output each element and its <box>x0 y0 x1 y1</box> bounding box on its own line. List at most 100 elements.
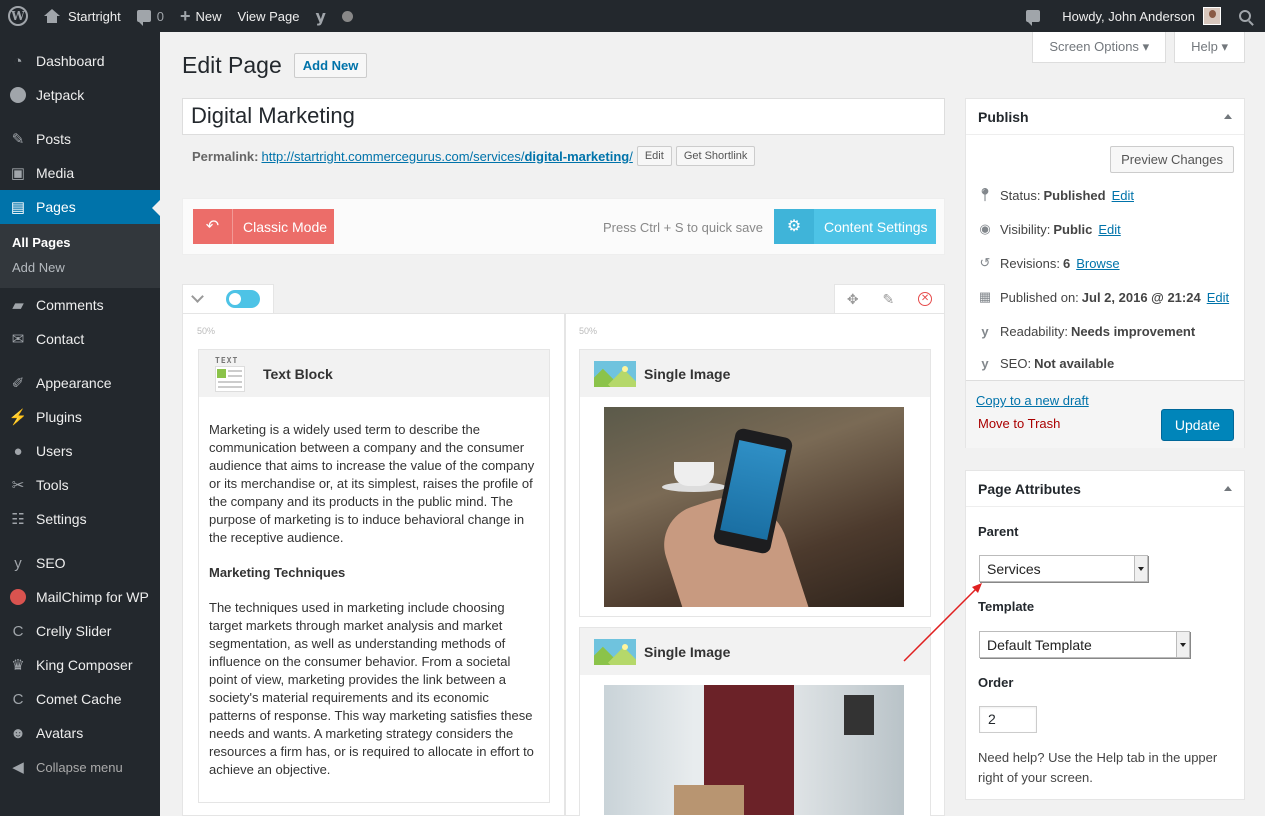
site-name: Startright <box>68 8 121 24</box>
delete-row-icon[interactable]: ✕ <box>918 292 933 306</box>
sidebar-item-contact[interactable]: ✉ Contact <box>0 322 160 356</box>
status-dot-menu[interactable] <box>334 0 361 32</box>
sidebar-item-comet-cache[interactable]: C Comet Cache <box>0 682 160 716</box>
visibility-row: ◉ Visibility: Public Edit <box>976 220 1120 238</box>
revisions-row: ↺ Revisions: 6 Browse <box>976 254 1120 272</box>
sidebar-item-appearance[interactable]: ✐ Appearance <box>0 366 160 400</box>
sidebar-item-label: MailChimp for WP <box>36 589 149 605</box>
notification-menu[interactable] <box>1018 0 1054 32</box>
permalink-label: Permalink: <box>192 148 259 164</box>
help-text: Need help? Use the Help tab in the upper… <box>978 750 1218 785</box>
help-button[interactable]: Help ▾ <box>1174 32 1245 63</box>
post-title-input[interactable]: Digital Marketing <box>182 98 945 135</box>
revisions-label: Revisions: <box>1000 255 1060 271</box>
yoast-readability-icon: y <box>981 323 989 339</box>
sidebar-item-label: Avatars <box>36 725 84 741</box>
edit-slug-button[interactable]: Edit <box>636 146 672 166</box>
edit-date-link[interactable]: Edit <box>1207 290 1229 305</box>
screen-options-button[interactable]: Screen Options ▾ <box>1032 32 1167 63</box>
edit-icon[interactable]: ✎ <box>883 291 895 308</box>
sidebar-item-posts[interactable]: ✎ Posts <box>0 122 160 156</box>
single-image-header[interactable]: Single Image <box>580 350 930 397</box>
text-block-element[interactable]: TEXT Text Block Marketing is a widely us… <box>198 349 550 803</box>
publish-box-header[interactable]: Publish <box>966 99 1244 135</box>
sidebar-item-settings[interactable]: ☷ Settings <box>0 502 160 536</box>
wrench-icon: ✂ <box>11 477 25 494</box>
permalink-url: http://startright.commercegurus.com/serv… <box>261 148 525 164</box>
classic-mode-button[interactable]: ↶ Classic Mode <box>193 209 334 244</box>
comments-menu[interactable]: 0 <box>129 0 172 32</box>
sidebar-item-media[interactable]: ▣ Media <box>0 156 160 190</box>
sidebar-item-plugins[interactable]: ⚡ Plugins <box>0 400 160 434</box>
sidebar-item-comments[interactable]: ▰ Comments <box>0 288 160 322</box>
search-icon[interactable] <box>1239 10 1251 22</box>
browse-revisions-link[interactable]: Browse <box>1076 256 1119 271</box>
wp-logo-menu[interactable]: W <box>0 0 36 32</box>
add-new-button[interactable]: Add New <box>293 53 368 78</box>
template-select[interactable]: Default Template <box>979 631 1190 658</box>
single-image-element[interactable]: Single Image <box>579 627 931 816</box>
edit-visibility-link[interactable]: Edit <box>1098 222 1120 237</box>
single-image-element[interactable]: Single Image <box>579 349 931 617</box>
move-to-trash-link[interactable]: Move to Trash <box>978 416 1060 431</box>
published-on-value: Jul 2, 2016 @ 21:24 <box>1081 289 1201 305</box>
sidebar-item-label: Users <box>36 443 73 459</box>
submenu-all-pages[interactable]: All Pages <box>0 230 160 255</box>
sidebar-item-seo[interactable]: y SEO <box>0 546 160 580</box>
sidebar-item-label: Contact <box>36 331 85 347</box>
sidebar-item-pages[interactable]: ▤ Pages <box>0 190 160 224</box>
row-controls-right: ✥ ✎ ✕ <box>834 284 945 314</box>
text-block-header[interactable]: TEXT Text Block <box>199 350 549 397</box>
collapse-row-icon[interactable] <box>191 290 204 303</box>
edit-status-link[interactable]: Edit <box>1112 188 1134 203</box>
readability-label: Readability: <box>1000 323 1068 339</box>
sidebar-item-users[interactable]: ● Users <box>0 434 160 468</box>
sidebar-item-tools[interactable]: ✂ Tools <box>0 468 160 502</box>
yoast-icon: y <box>14 554 22 572</box>
pages-icon: ▤ <box>10 199 26 216</box>
get-shortlink-button[interactable]: Get Shortlink <box>675 146 756 166</box>
permalink-link[interactable]: http://startright.commercegurus.com/serv… <box>261 149 632 164</box>
visibility-value: Public <box>1053 221 1093 237</box>
column-width-label: 50% <box>197 326 216 336</box>
order-input[interactable]: 2 <box>979 706 1037 733</box>
collapse-arrow-icon[interactable] <box>1224 486 1232 491</box>
copy-to-draft-link[interactable]: Copy to a new draft <box>976 393 1089 408</box>
avatar <box>1203 7 1221 25</box>
text-icon-label: TEXT <box>215 355 239 365</box>
seo-row: y SEO: Not available <box>976 354 1117 372</box>
new-content-menu[interactable]: + New <box>172 0 230 32</box>
parent-select[interactable]: Services <box>979 555 1148 582</box>
submenu-add-new[interactable]: Add New <box>0 255 160 280</box>
content-settings-button[interactable]: ⚙ Content Settings <box>774 209 936 244</box>
media-icon: ▣ <box>10 165 26 182</box>
sidebar-item-mailchimp[interactable]: MailChimp for WP <box>0 580 160 614</box>
my-account-menu[interactable]: Howdy, John Anderson <box>1054 0 1229 32</box>
page-header: Edit Page Add New <box>182 52 368 79</box>
content-settings-label: Content Settings <box>824 218 928 235</box>
chevron-down-icon <box>1176 632 1189 657</box>
pages-submenu: All Pages Add New <box>0 224 160 288</box>
view-page-link[interactable]: View Page <box>230 0 308 32</box>
publish-actions: Copy to a new draft Move to Trash Update <box>966 380 1244 448</box>
collapse-menu-button[interactable]: ◀ Collapse menu <box>0 750 160 784</box>
yoast-menu[interactable]: y <box>307 0 333 32</box>
row-visibility-toggle[interactable] <box>226 290 260 308</box>
screen-options-label: Screen Options <box>1049 39 1139 54</box>
site-name-menu[interactable]: Startright <box>36 0 129 32</box>
sidebar-item-dashboard[interactable]: ◔ Dashboard <box>0 44 160 78</box>
sidebar-item-jetpack[interactable]: Jetpack <box>0 78 160 112</box>
update-button[interactable]: Update <box>1160 409 1234 441</box>
sidebar-item-king-composer[interactable]: ♛ King Composer <box>0 648 160 682</box>
status-row: 📍︎ Status: Published Edit <box>976 186 1134 204</box>
seo-value: Not available <box>1034 355 1115 371</box>
single-image-header[interactable]: Single Image <box>580 628 930 675</box>
sidebar-item-crelly-slider[interactable]: C Crelly Slider <box>0 614 160 648</box>
page-attributes-header[interactable]: Page Attributes <box>966 471 1244 507</box>
collapse-arrow-icon[interactable] <box>1224 114 1232 119</box>
sidebar-item-avatars[interactable]: ☻ Avatars <box>0 716 160 750</box>
preview-changes-button[interactable]: Preview Changes <box>1110 146 1234 173</box>
move-icon[interactable]: ✥ <box>847 291 859 308</box>
office-photo <box>604 685 904 815</box>
parent-label: Parent <box>978 524 1019 539</box>
